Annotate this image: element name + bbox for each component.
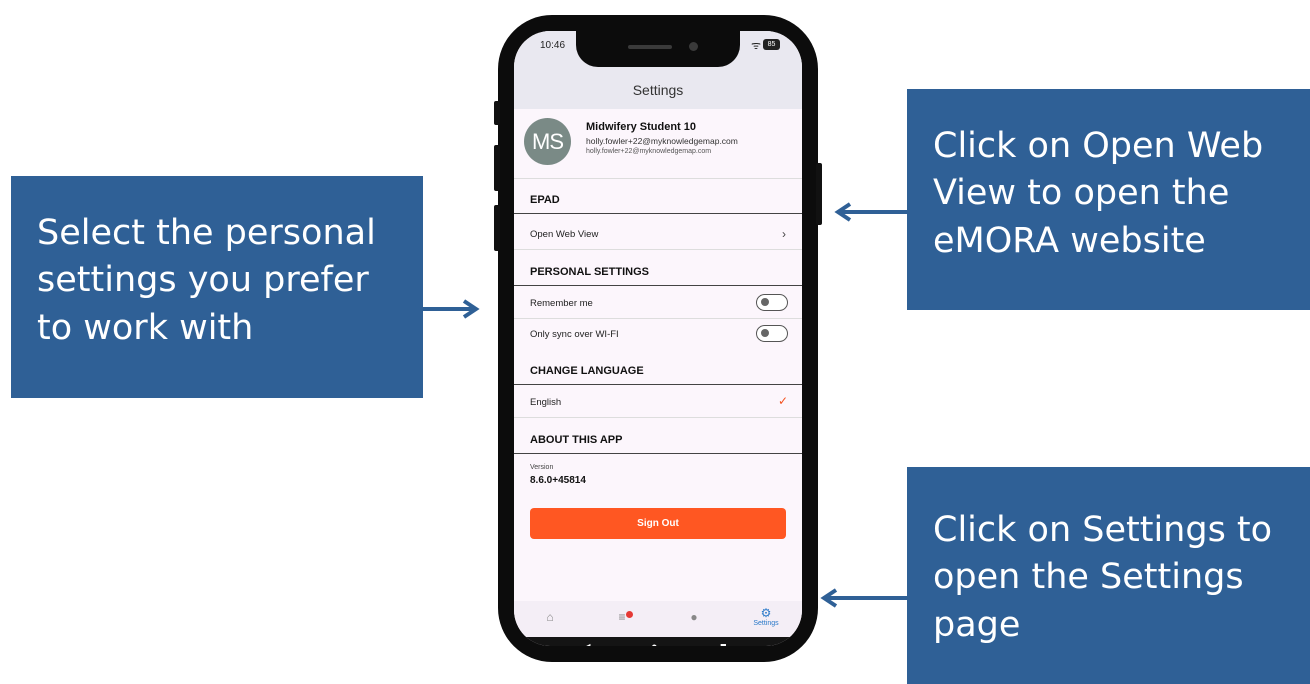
nav-history[interactable]: ● (658, 601, 730, 637)
nav-settings-label: Settings (753, 620, 779, 627)
volume-button (494, 145, 500, 191)
toggle-knob (761, 329, 769, 337)
wifi-icon: ᯤ (751, 40, 762, 52)
section-header-personal-settings: PERSONAL SETTINGS (514, 252, 802, 286)
page-title: Settings (514, 71, 802, 109)
sign-out-button[interactable]: Sign Out (530, 508, 786, 539)
sync-wifi-row: Only sync over WI-FI (514, 319, 802, 350)
profile-email-secondary: holly.fowler+22@myknowledgemap.com (586, 148, 712, 155)
phone-frame: 10:46 ᯤ 85 Settings MS Midwifery Student… (494, 15, 822, 662)
callout-open-web-view: Click on Open Web View to open the eMORA… (907, 89, 1310, 310)
version-value: 8.6.0+45814 (530, 475, 586, 486)
arrow-left-icon (820, 588, 910, 608)
volume-button (494, 205, 500, 251)
arrow-left-icon (834, 202, 910, 222)
profile-email: holly.fowler+22@myknowledgemap.com (586, 136, 738, 146)
version-label: Version (530, 464, 554, 471)
check-icon: ✓ (777, 394, 788, 408)
chevron-right-icon: › (782, 227, 786, 241)
section-header-epad: EPAD (514, 180, 802, 214)
bottom-nav: ⌂ ≡ ● ⚙ Settings (514, 601, 802, 637)
profile-name: Midwifery Student 10 (586, 121, 697, 133)
nav-settings[interactable]: ⚙ Settings (730, 601, 802, 637)
language-label: English (530, 397, 562, 408)
profile-card: MS Midwifery Student 10 holly.fowler+22@… (514, 109, 802, 179)
section-header-change-language: CHANGE LANGUAGE (514, 351, 802, 385)
language-option-english[interactable]: English ✓ (514, 387, 802, 418)
notifications-icon: ≡ (618, 610, 626, 624)
gear-icon: ⚙ (760, 606, 772, 620)
phone-screen: 10:46 ᯤ 85 Settings MS Midwifery Student… (514, 31, 802, 646)
notch (576, 31, 740, 67)
recents-icon[interactable]: ■ (720, 641, 727, 646)
toggle-knob (761, 298, 769, 306)
section-header-about: ABOUT THIS APP (514, 420, 802, 454)
back-icon[interactable]: ◀ (582, 641, 590, 646)
android-nav-bar: ◀ ● ■ (514, 637, 802, 646)
clock-icon: ● (690, 610, 698, 624)
callout-settings-tab: Click on Settings to open the Settings p… (907, 467, 1310, 684)
sync-wifi-toggle[interactable] (756, 325, 788, 342)
open-web-view-row[interactable]: Open Web View › (514, 219, 802, 250)
volume-button (494, 101, 500, 125)
status-time: 10:46 (540, 40, 566, 51)
open-web-view-label: Open Web View (530, 229, 599, 240)
avatar: MS (524, 118, 571, 165)
remember-me-label: Remember me (530, 298, 593, 309)
camera-icon (689, 42, 698, 51)
nav-home[interactable]: ⌂ (514, 601, 586, 637)
sync-wifi-label: Only sync over WI-FI (530, 329, 619, 340)
battery-icon: 85 (763, 39, 780, 50)
remember-me-toggle[interactable] (756, 294, 788, 311)
arrow-right-icon (422, 299, 480, 319)
power-button (816, 163, 822, 225)
home-button-icon[interactable]: ● (651, 641, 658, 646)
nav-notifications[interactable]: ≡ (586, 601, 658, 637)
speaker (628, 45, 672, 49)
callout-personal-settings: Select the personal settings you prefer … (11, 176, 423, 398)
remember-me-row: Remember me (514, 288, 802, 319)
notification-badge (626, 611, 633, 618)
home-icon: ⌂ (546, 610, 554, 624)
